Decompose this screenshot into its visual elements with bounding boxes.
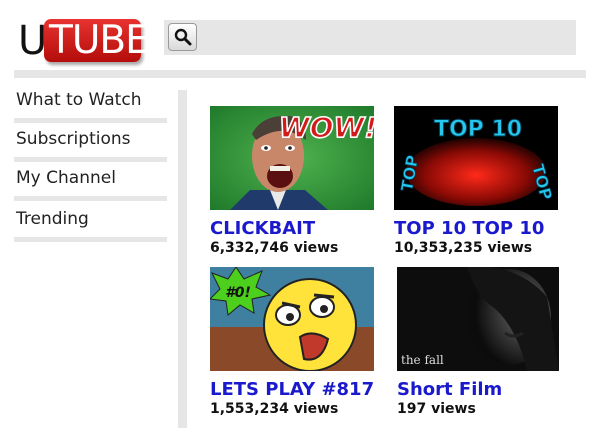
sidebar-divider xyxy=(178,90,187,428)
video-views: 1,553,234 views xyxy=(210,401,339,417)
search-input[interactable] xyxy=(164,20,576,55)
video-title[interactable]: CLICKBAIT xyxy=(210,218,315,240)
video-card-clickbait[interactable]: WOW! CLICKBAIT 6,332,746 views xyxy=(210,106,380,266)
video-thumbnail[interactable]: #0! xyxy=(210,267,374,371)
sidebar-item-underline xyxy=(14,157,167,162)
header-divider xyxy=(14,70,586,78)
sidebar-item-label: My Channel xyxy=(16,168,116,188)
video-card-short-film[interactable]: the fall Short Film 197 views xyxy=(397,267,567,427)
utube-logo[interactable]: U TUBE xyxy=(18,17,150,67)
video-thumbnail[interactable]: WOW! xyxy=(210,106,374,210)
sidebar-item-label: Trending xyxy=(16,209,89,229)
video-thumbnail[interactable]: TOP 10 TOP TOP xyxy=(394,106,558,210)
sidebar-item-underline xyxy=(14,118,167,123)
video-views: 197 views xyxy=(397,401,476,417)
logo-text: TUBE xyxy=(49,18,150,63)
search-button[interactable] xyxy=(168,23,197,51)
video-card-lets-play[interactable]: #0! LETS PLAY #817 1,553,234 views xyxy=(210,267,380,427)
sidebar-item-trending[interactable]: Trending xyxy=(14,208,167,242)
video-title[interactable]: Short Film xyxy=(397,379,502,401)
sidebar-item-label: What to Watch xyxy=(16,90,142,110)
sidebar-item-underline xyxy=(14,196,167,201)
video-title[interactable]: LETS PLAY #817 xyxy=(210,379,374,401)
thumb-text: WOW! xyxy=(279,111,374,144)
sidebar-item-label: Subscriptions xyxy=(16,129,131,149)
thumb-text: TOP 10 xyxy=(434,117,522,142)
logo-prefix: U xyxy=(18,18,47,64)
magnifier-icon xyxy=(174,28,192,46)
video-views: 6,332,746 views xyxy=(210,240,339,256)
sidebar-item-subscriptions[interactable]: Subscriptions xyxy=(14,128,167,162)
sidebar-item-underline xyxy=(14,237,167,242)
sidebar-item-my-channel[interactable]: My Channel xyxy=(14,167,167,201)
thumbnail-caption: the fall xyxy=(401,353,444,367)
video-title[interactable]: TOP 10 TOP 10 xyxy=(394,218,544,240)
sidebar-item-what-to-watch[interactable]: What to Watch xyxy=(14,89,167,123)
thumb-text: #0! xyxy=(225,285,251,301)
video-thumbnail[interactable]: the fall xyxy=(397,267,559,371)
video-card-top-10[interactable]: TOP 10 TOP TOP TOP 10 TOP 10 10,353,235 … xyxy=(394,106,564,266)
video-views: 10,353,235 views xyxy=(394,240,533,256)
